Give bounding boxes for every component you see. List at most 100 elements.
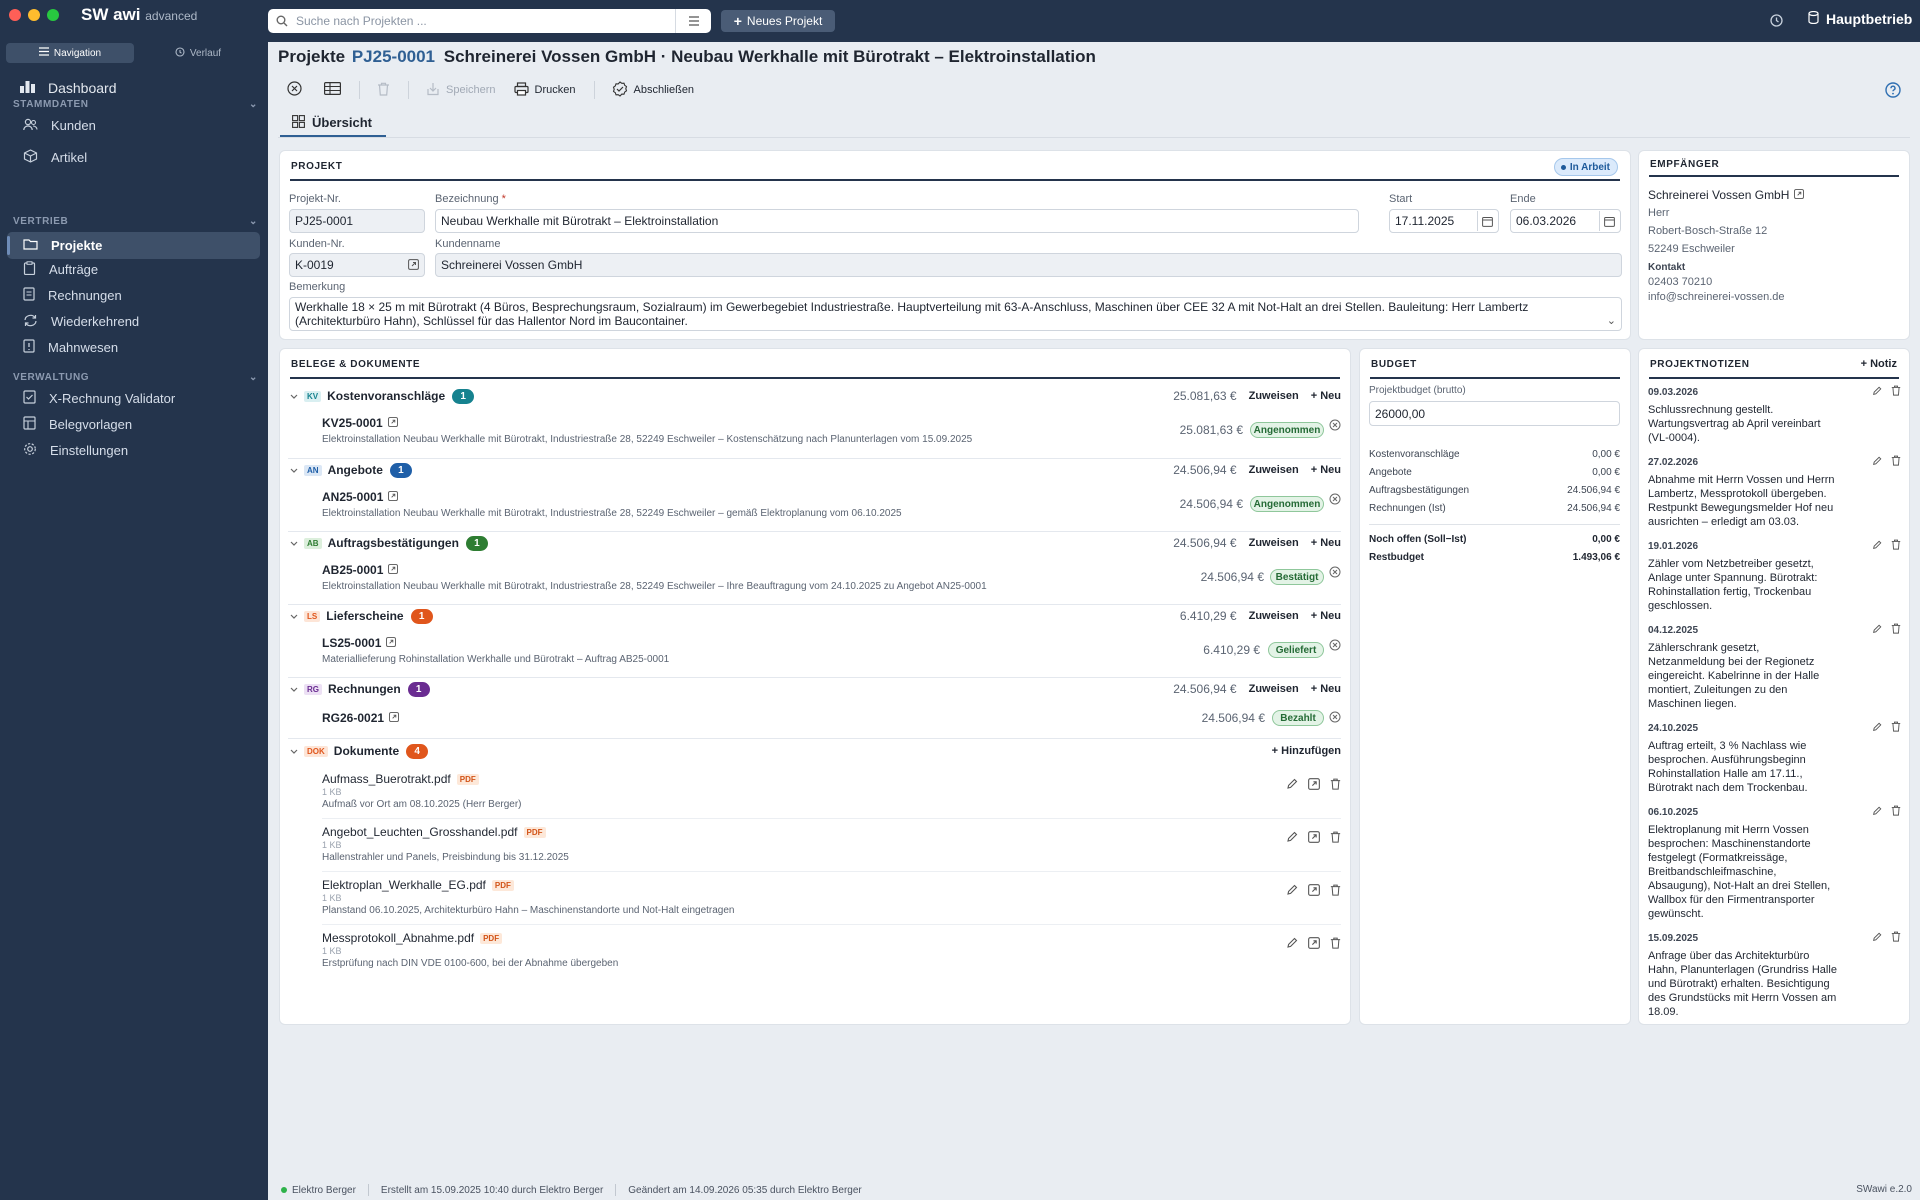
- edit-icon[interactable]: [1872, 806, 1882, 819]
- section-vertrieb[interactable]: VERTRIEB ⌄: [13, 216, 258, 227]
- search-input[interactable]: [296, 14, 675, 28]
- trash-icon[interactable]: [1891, 721, 1901, 735]
- sidebar-item-rechnungen[interactable]: Rechnungen: [7, 282, 260, 309]
- trash-icon[interactable]: [1891, 455, 1901, 469]
- chevron-down-icon[interactable]: [288, 687, 300, 692]
- new-project-button[interactable]: + Neues Projekt: [721, 10, 835, 32]
- recipient-email[interactable]: info@schreinerei-vossen.de: [1648, 291, 1785, 303]
- document-row[interactable]: AN25-0001 Elektroinstallation Neubau Wer…: [322, 490, 1341, 524]
- sidebar-item-belegvorlagen[interactable]: Belegvorlagen: [7, 411, 260, 438]
- sidebar-item-auftraege[interactable]: Aufträge: [7, 256, 260, 283]
- chevron-down-icon[interactable]: [288, 541, 300, 546]
- close-window-button[interactable]: [9, 9, 21, 21]
- open-link-icon[interactable]: [408, 259, 419, 273]
- tab-history[interactable]: Verlauf: [134, 43, 262, 63]
- budget-input[interactable]: 26000,00: [1369, 401, 1620, 426]
- customer-name-field[interactable]: Schreinerei Vossen GmbH: [435, 253, 1622, 277]
- new-document-button[interactable]: + Neu: [1311, 683, 1341, 695]
- open-link-icon[interactable]: [1308, 778, 1320, 793]
- tab-navigation[interactable]: Navigation: [6, 43, 134, 63]
- open-link-icon[interactable]: [387, 416, 398, 430]
- edit-icon[interactable]: [1286, 778, 1298, 793]
- add-file-button[interactable]: + Hinzufügen: [1272, 745, 1341, 757]
- trash-icon[interactable]: [1891, 385, 1901, 399]
- edit-icon[interactable]: [1872, 386, 1882, 399]
- document-row[interactable]: RG26-0021 24.506,94 € Bezahlt: [322, 710, 1341, 731]
- project-name-field[interactable]: Neubau Werkhalle mit Bürotrakt – Elektro…: [435, 209, 1359, 233]
- sidebar-item-einstellungen[interactable]: Einstellungen: [7, 437, 260, 464]
- trash-icon[interactable]: [1891, 931, 1901, 945]
- sidebar-item-xrechnung-validator[interactable]: X-Rechnung Validator: [7, 385, 260, 412]
- recipient-name[interactable]: Schreinerei Vossen GmbH: [1648, 188, 1805, 202]
- section-stammdaten[interactable]: STAMMDATEN ⌄: [13, 99, 258, 110]
- table-view-button[interactable]: [324, 82, 342, 98]
- save-button[interactable]: Speichern: [426, 82, 496, 99]
- open-link-icon[interactable]: [1308, 831, 1320, 846]
- chevron-down-icon[interactable]: [288, 394, 300, 399]
- new-document-button[interactable]: + Neu: [1311, 390, 1341, 402]
- open-link-icon[interactable]: [1794, 188, 1805, 202]
- start-date-field[interactable]: 17.11.2025: [1389, 209, 1499, 233]
- project-nr-field[interactable]: PJ25-0001: [289, 209, 425, 233]
- chevron-down-icon[interactable]: [288, 614, 300, 619]
- sync-icon[interactable]: [1769, 13, 1784, 31]
- edit-icon[interactable]: [1286, 884, 1298, 899]
- edit-icon[interactable]: [1872, 932, 1882, 945]
- maximize-window-button[interactable]: [47, 9, 59, 21]
- sidebar-item-wiederkehrend[interactable]: Wiederkehrend: [7, 308, 260, 335]
- unlink-icon[interactable]: [1329, 711, 1341, 726]
- unlink-icon[interactable]: [1329, 566, 1341, 581]
- file-row[interactable]: Elektroplan_Werkhalle_EG.pdf PDF 1 KB Pla…: [322, 878, 1341, 928]
- minimize-window-button[interactable]: [28, 9, 40, 21]
- sidebar-item-artikel[interactable]: Artikel: [7, 144, 260, 171]
- edit-icon[interactable]: [1872, 722, 1882, 735]
- assign-button[interactable]: Zuweisen: [1249, 390, 1299, 402]
- open-link-icon[interactable]: [388, 490, 399, 504]
- trash-icon[interactable]: [1330, 778, 1341, 793]
- help-icon[interactable]: [1885, 82, 1901, 101]
- project-search[interactable]: [268, 9, 711, 33]
- open-link-icon[interactable]: [388, 563, 399, 577]
- delete-button[interactable]: [377, 82, 390, 99]
- assign-button[interactable]: Zuweisen: [1249, 537, 1299, 549]
- unlink-icon[interactable]: [1329, 639, 1341, 654]
- new-document-button[interactable]: + Neu: [1311, 537, 1341, 549]
- print-button[interactable]: Drucken: [513, 81, 576, 99]
- sidebar-item-kunden[interactable]: Kunden: [7, 112, 260, 139]
- filter-menu-icon[interactable]: [675, 9, 711, 33]
- sidebar-item-mahnwesen[interactable]: Mahnwesen: [7, 334, 260, 361]
- open-link-icon[interactable]: [1308, 937, 1320, 952]
- trash-icon[interactable]: [1330, 884, 1341, 899]
- end-date-field[interactable]: 06.03.2026: [1510, 209, 1621, 233]
- company-selector[interactable]: Hauptbetrieb: [1808, 10, 1912, 27]
- edit-icon[interactable]: [1286, 937, 1298, 952]
- file-row[interactable]: Aufmass_Buerotrakt.pdf PDF 1 KB Aufmaß vo…: [322, 772, 1341, 822]
- tab-overview[interactable]: Übersicht: [280, 110, 386, 137]
- complete-project-button[interactable]: Abschließen: [612, 80, 694, 100]
- edit-icon[interactable]: [1872, 540, 1882, 553]
- trash-icon[interactable]: [1891, 539, 1901, 553]
- customer-nr-field[interactable]: K-0019: [289, 253, 425, 277]
- open-link-icon[interactable]: [1308, 884, 1320, 899]
- open-link-icon[interactable]: [389, 711, 399, 725]
- add-note-button[interactable]: + Notiz: [1861, 358, 1897, 370]
- chevron-down-icon[interactable]: [288, 749, 300, 754]
- calendar-icon[interactable]: [1477, 211, 1497, 231]
- trash-icon[interactable]: [1891, 623, 1901, 637]
- document-row[interactable]: LS25-0001 Materiallieferung Rohinstallat…: [322, 636, 1341, 670]
- sidebar-item-projekte[interactable]: Projekte: [7, 232, 260, 259]
- assign-button[interactable]: Zuweisen: [1249, 610, 1299, 622]
- file-row[interactable]: Messprotokoll_Abnahme.pdf PDF 1 KB Erstpr…: [322, 931, 1341, 981]
- assign-button[interactable]: Zuweisen: [1249, 683, 1299, 695]
- document-row[interactable]: KV25-0001 Elektroinstallation Neubau Wer…: [322, 416, 1341, 450]
- remark-textarea[interactable]: Werkhalle 18 × 25 m mit Bürotrakt (4 Bür…: [289, 297, 1622, 331]
- section-verwaltung[interactable]: VERWALTUNG ⌄: [13, 372, 258, 383]
- chevron-down-icon[interactable]: ⌄: [1607, 314, 1616, 328]
- trash-icon[interactable]: [1330, 831, 1341, 846]
- file-row[interactable]: Angebot_Leuchten_Grosshandel.pdf PDF 1 KB…: [322, 825, 1341, 875]
- trash-icon[interactable]: [1891, 805, 1901, 819]
- close-project-button[interactable]: [287, 81, 302, 99]
- new-document-button[interactable]: + Neu: [1311, 610, 1341, 622]
- document-row[interactable]: AB25-0001 Elektroinstallation Neubau Wer…: [322, 563, 1341, 597]
- chevron-down-icon[interactable]: [288, 468, 300, 473]
